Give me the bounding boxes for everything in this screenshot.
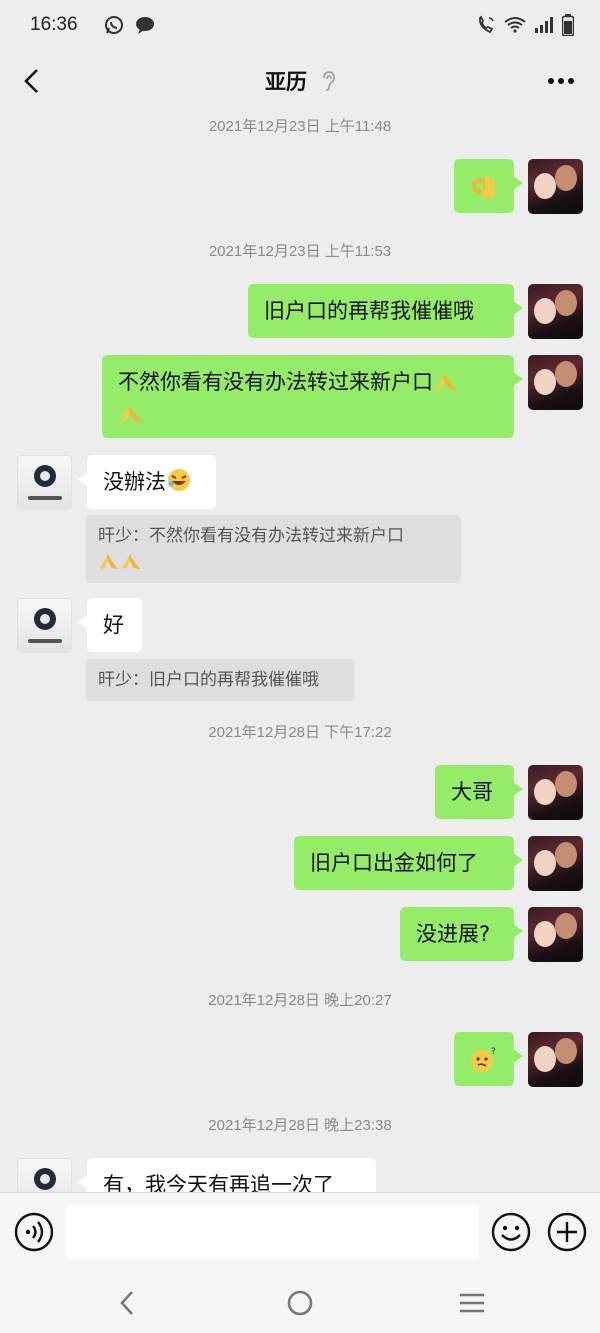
message-input[interactable] bbox=[66, 1205, 479, 1259]
message-bubble-sent[interactable]: 旧户口出金如何了 bbox=[294, 836, 523, 890]
message-text: 不然你看有没有办法转过来新户口 bbox=[118, 370, 433, 394]
more-dots-icon bbox=[548, 78, 574, 84]
contact-logo bbox=[34, 608, 56, 630]
my-avatar[interactable] bbox=[528, 355, 583, 410]
back-button[interactable] bbox=[14, 64, 48, 98]
message-bubble-sent[interactable]: ? bbox=[454, 1032, 523, 1086]
my-avatar[interactable] bbox=[528, 159, 583, 214]
quote-text: 旰少：不然你看有没有办法转过来新户口 bbox=[98, 526, 404, 546]
system-recents-button[interactable] bbox=[455, 1286, 489, 1320]
message-bubble-sent[interactable]: 旧户口的再帮我催催哦 bbox=[248, 284, 523, 338]
input-bar bbox=[0, 1192, 600, 1272]
quote-text: 旰少：旧户口的再帮我催催哦 bbox=[98, 670, 319, 690]
menu-lines-icon bbox=[460, 1293, 484, 1313]
more-actions-button[interactable] bbox=[547, 1212, 587, 1252]
timestamp: 2021年12月23日 上午11:48 bbox=[208, 118, 392, 135]
my-avatar[interactable] bbox=[528, 1032, 583, 1087]
home-circle-icon bbox=[287, 1290, 313, 1316]
chat-bubble-icon bbox=[135, 17, 154, 34]
ear-icon bbox=[323, 71, 335, 91]
contact-avatar[interactable] bbox=[17, 455, 72, 510]
folded-hands-emoji-icon bbox=[121, 554, 141, 570]
timestamp: 2021年12月28日 晚上20:27 bbox=[208, 992, 392, 1009]
message-text: 旧户口出金如何了 bbox=[310, 851, 478, 875]
wifi-call-icon bbox=[479, 15, 494, 34]
timestamp: 2021年12月28日 晚上23:38 bbox=[208, 1117, 392, 1134]
my-avatar[interactable] bbox=[528, 765, 583, 820]
message-bubble-received[interactable]: 好 bbox=[78, 598, 142, 652]
emoji-button[interactable] bbox=[491, 1212, 531, 1252]
chat-header: 亚历 bbox=[0, 50, 600, 112]
message-text: 没进展? bbox=[416, 922, 491, 946]
message-bubble-received[interactable]: 没辦法 bbox=[78, 455, 216, 509]
plus-icon bbox=[547, 1212, 587, 1252]
folded-hands-emoji-icon bbox=[435, 373, 457, 391]
message-text: 有，我今天有再追一次了 bbox=[103, 1173, 334, 1192]
ok-hand-emoji-icon bbox=[472, 176, 495, 198]
message-bubble-received[interactable]: 有，我今天有再追一次了 bbox=[78, 1158, 376, 1192]
chevron-left-icon bbox=[24, 69, 38, 93]
chat-title: 亚历 bbox=[265, 70, 307, 94]
status-time: 16:36 bbox=[30, 14, 78, 35]
folded-hands-emoji-icon bbox=[99, 554, 119, 570]
confused-face-emoji-icon: ? bbox=[471, 1047, 496, 1072]
voice-button[interactable] bbox=[14, 1212, 54, 1252]
message-text: 没辦法 bbox=[103, 470, 166, 494]
message-bubble-sent[interactable]: 不然你看有没有办法转过来新户口 bbox=[102, 355, 523, 438]
message-bubble-sent[interactable]: 大哥 bbox=[435, 765, 523, 819]
my-avatar[interactable] bbox=[528, 836, 583, 891]
system-home-button[interactable] bbox=[283, 1286, 317, 1320]
more-button[interactable] bbox=[544, 64, 578, 98]
signal-icon bbox=[535, 17, 553, 33]
smiley-icon bbox=[491, 1212, 531, 1252]
my-avatar[interactable] bbox=[528, 284, 583, 339]
system-back-button[interactable] bbox=[110, 1286, 144, 1320]
status-bar: 16:36 bbox=[0, 0, 600, 50]
system-nav-bar bbox=[0, 1272, 600, 1333]
message-text: 好 bbox=[103, 613, 124, 637]
my-avatar[interactable] bbox=[528, 907, 583, 962]
contact-logo bbox=[34, 1168, 56, 1190]
folded-hands-emoji-icon bbox=[120, 405, 142, 423]
timestamp: 2021年12月28日 下午17:22 bbox=[208, 724, 392, 741]
contact-avatar[interactable] bbox=[17, 1158, 72, 1192]
message-text: 旧户口的再帮我催催哦 bbox=[264, 299, 474, 323]
quoted-message[interactable]: 旰少：不然你看有没有办法转过来新户口 bbox=[86, 515, 461, 583]
svg-text:?: ? bbox=[491, 1047, 496, 1057]
chevron-left-icon bbox=[120, 1291, 133, 1315]
contact-avatar[interactable] bbox=[17, 598, 72, 653]
message-bubble-sent[interactable]: 没进展? bbox=[400, 907, 523, 961]
contact-logo-text bbox=[28, 639, 62, 643]
timestamp: 2021年12月23日 上午11:53 bbox=[208, 243, 392, 260]
wifi-icon bbox=[504, 17, 526, 33]
contact-logo-text bbox=[28, 496, 62, 500]
battery-icon bbox=[562, 14, 574, 36]
quoted-message[interactable]: 旰少：旧户口的再帮我催催哦 bbox=[86, 659, 354, 701]
whatsapp-icon bbox=[104, 16, 123, 34]
rolling-laughing-emoji-icon bbox=[168, 469, 190, 491]
message-list[interactable]: 2021年12月23日 上午11:48 2021年12月23日 上午11:53 … bbox=[0, 112, 600, 1192]
message-bubble-sent[interactable] bbox=[454, 159, 523, 213]
voice-icon bbox=[14, 1212, 54, 1252]
message-text: 大哥 bbox=[451, 780, 493, 804]
contact-logo bbox=[34, 465, 56, 487]
